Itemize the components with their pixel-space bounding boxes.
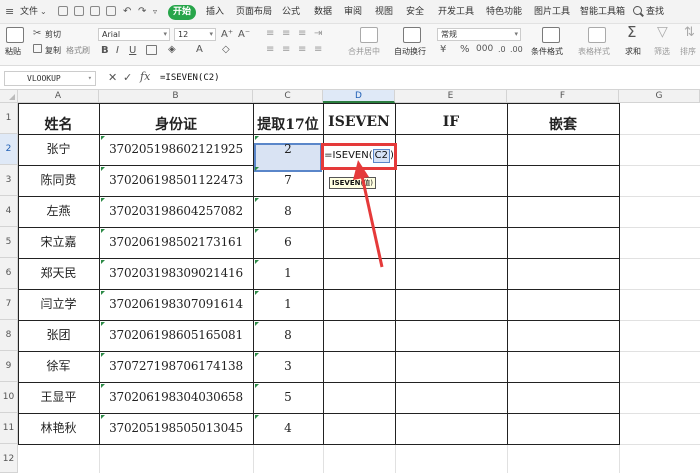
arrow-head [353, 160, 369, 180]
arrow-shaft [360, 175, 384, 268]
annotation-arrow [353, 160, 384, 268]
